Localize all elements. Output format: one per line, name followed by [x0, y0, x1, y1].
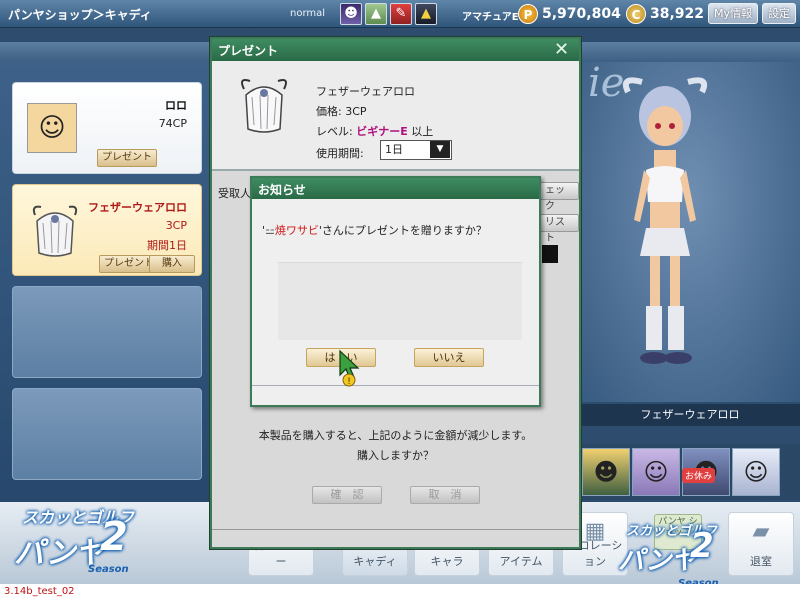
recipient-indicator: [542, 245, 558, 263]
buy-button[interactable]: 購入: [149, 255, 195, 273]
feather-wear-icon: [27, 201, 83, 261]
item-card[interactable]: ☺ ロロ 74CP プレゼント: [12, 82, 202, 174]
level-suffix: 以上: [411, 125, 434, 138]
logo-number: 2: [690, 526, 714, 566]
rank-label: アマチュアE: [462, 12, 519, 23]
logo-number: 2: [100, 514, 128, 560]
bell-icon[interactable]: ▲: [415, 3, 437, 25]
caddie-character-figure: [620, 70, 710, 370]
bone-icon: ⚍: [265, 224, 275, 237]
resting-badge: お休み: [682, 468, 716, 483]
dialog-titlebar: お知らせ: [252, 178, 539, 199]
level-value: ビギナーE: [356, 125, 408, 138]
top-bar: パンヤショップ＞キャディ normal ☻ ▲ ✎ ▲ アマチュアE P 5,9…: [0, 0, 800, 28]
item-card-selected[interactable]: フェザーウェアロロ 3CP 期間1日 プレゼント 購入: [12, 184, 202, 276]
pang-amount: 5,970,804: [542, 6, 621, 22]
my-info-button[interactable]: My情報: [708, 3, 759, 24]
nav-label: アイテム: [499, 555, 543, 568]
card-item-name: ロロ: [165, 99, 187, 112]
status-text: normal: [290, 8, 326, 19]
chevron-down-icon[interactable]: ▼: [430, 141, 450, 158]
breadcrumb: パンヤショップ＞キャディ: [8, 8, 152, 22]
notice-dialog: お知らせ '⚍焼ワサビ'さんにプレゼントを贈りますか？ は い いいえ: [250, 176, 541, 407]
card-icon[interactable]: ✎: [390, 3, 412, 25]
nav-label: 退室: [750, 555, 772, 568]
divider: [252, 385, 539, 386]
item-name: フェザーウェアロロ: [316, 85, 415, 98]
card-item-price: 3CP: [165, 219, 187, 232]
caddie-avatar-icon: ☺: [27, 103, 77, 153]
svg-text:!: !: [347, 377, 351, 387]
cancel-button[interactable]: 取 消: [410, 486, 480, 504]
period-label: 使用期間:: [316, 147, 364, 160]
level-label: レベル:: [316, 125, 353, 138]
nav-label: キャラ: [430, 555, 464, 568]
mountain-icon[interactable]: ▲: [365, 3, 387, 25]
stage-decoration-text: ie: [588, 60, 625, 106]
dialog-titlebar: プレゼント ✕: [212, 39, 579, 61]
card-item-name: フェザーウェアロロ: [88, 201, 187, 214]
friend-list-button[interactable]: リスト: [538, 214, 579, 244]
close-icon[interactable]: ✕: [554, 39, 569, 60]
mouse-cursor-icon: !: [338, 349, 366, 389]
cookie-coin-icon: C: [626, 4, 646, 24]
confirm-button[interactable]: 確 認: [312, 486, 382, 504]
dialog-title: プレゼント: [218, 44, 279, 58]
dialog-title: お知らせ: [258, 183, 306, 197]
price-label: 価格:: [316, 105, 342, 118]
game-logo: スカッとゴルフ パンヤ 2 Season: [8, 500, 138, 580]
footer-strip: [0, 584, 800, 600]
message-area: [278, 262, 522, 340]
divider: [212, 169, 579, 171]
character-name-label: フェザーウェアロロ: [580, 404, 800, 426]
caddie-thumb-icon[interactable]: ☻: [582, 448, 630, 496]
settings-button[interactable]: 設定: [762, 3, 796, 24]
cookie-amount: 38,922: [650, 6, 705, 22]
version-text: 3.14b_test_02: [4, 586, 75, 597]
price-row: 価格: 3CP: [316, 103, 367, 119]
nav-label: キャディ: [353, 555, 397, 568]
divider: [212, 529, 579, 530]
avatar-slot-icon[interactable]: ☻: [340, 3, 362, 25]
recipient-label: 受取人: [218, 187, 251, 200]
level-row: レベル: ビギナーE 以上: [316, 123, 433, 139]
pang-coin-icon: P: [518, 4, 538, 24]
price-value: 3CP: [345, 105, 367, 118]
caddie-thumb-icon[interactable]: ☺: [632, 448, 680, 496]
empty-item-slot: [12, 286, 202, 378]
card-item-price: 74CP: [158, 117, 187, 130]
message-text: 'さんにプレゼントを贈りますか？: [318, 224, 487, 237]
empty-item-slot: [12, 388, 202, 480]
present-button[interactable]: プレゼント: [97, 149, 157, 167]
caddie-thumb-icon[interactable]: ☺: [732, 448, 780, 496]
door-icon: ▰: [752, 519, 770, 544]
logo-season: Season: [88, 564, 129, 575]
no-button[interactable]: いいえ: [414, 348, 484, 367]
nav-exit[interactable]: ▰ 退室: [728, 512, 794, 576]
logo-brand: パンヤ: [618, 546, 698, 576]
purchase-description: 本製品を購入すると、上記のように金額が減少します。: [258, 429, 533, 442]
check-button[interactable]: ェック: [538, 182, 579, 212]
recipient-name: 焼ワサビ: [274, 224, 319, 237]
confirm-message: '⚍焼ワサビ'さんにプレゼントを贈りますか？: [262, 222, 487, 238]
feather-wear-icon: [236, 73, 292, 137]
purchase-question: 購入しますか？: [357, 449, 434, 462]
card-item-period: 期間1日: [147, 239, 187, 252]
